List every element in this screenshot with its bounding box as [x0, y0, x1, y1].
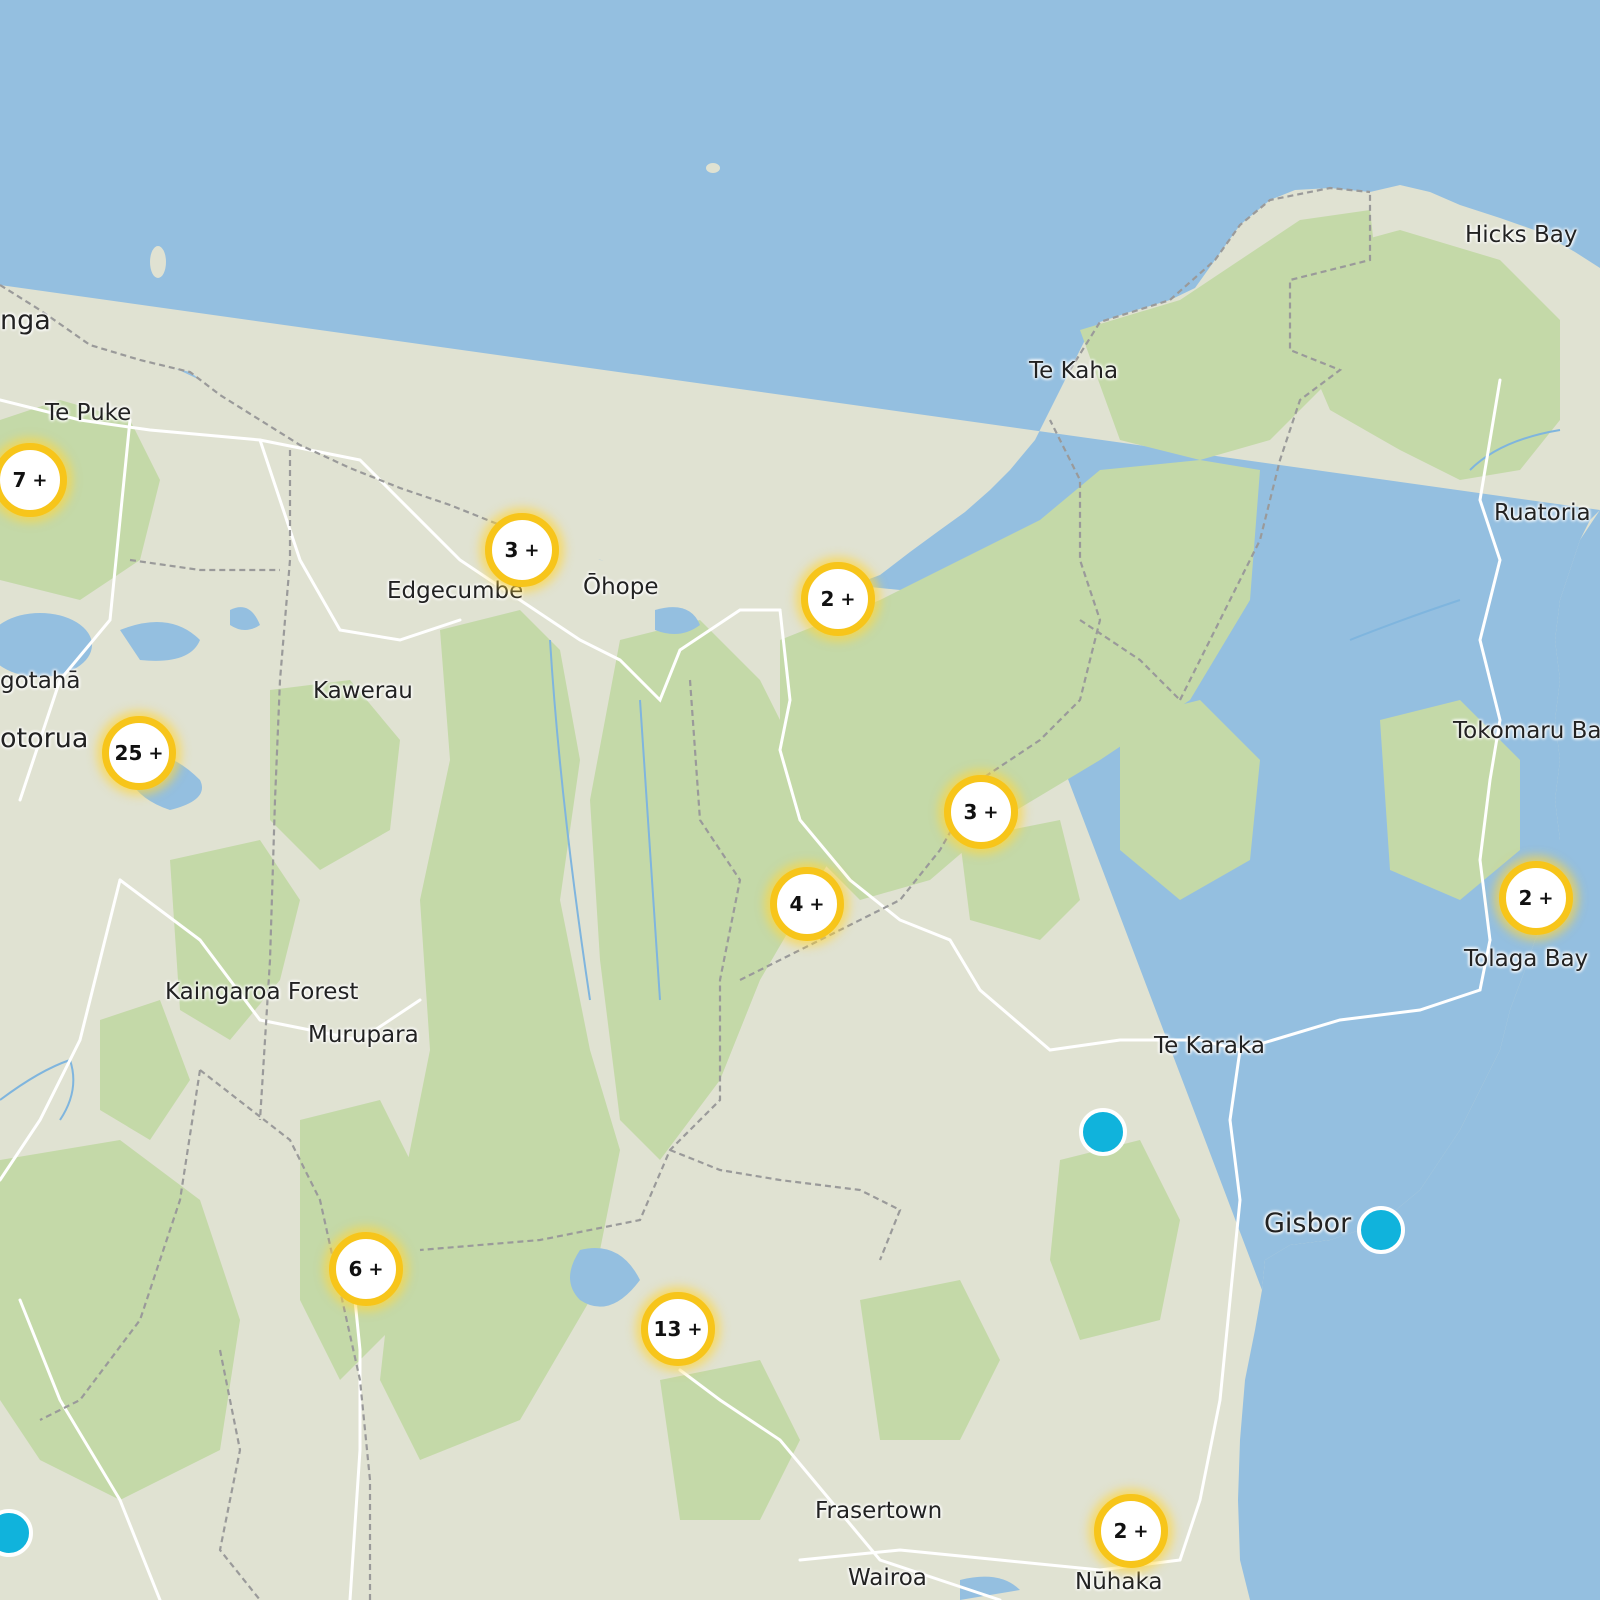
place-label: Te Karaka: [1154, 1033, 1265, 1059]
place-label: Gisbor: [1264, 1208, 1352, 1239]
cluster-count: 6: [348, 1257, 363, 1281]
cluster-plus: +: [32, 469, 48, 491]
cluster-count: 2: [1518, 886, 1533, 910]
cluster-plus: +: [840, 588, 856, 610]
cluster-count: 13: [653, 1317, 682, 1341]
place-label: Kaingaroa Forest: [165, 979, 359, 1005]
place-label: Tolaga Bay: [1464, 946, 1589, 972]
place-label: nga: [0, 305, 51, 336]
marker-cluster[interactable]: 13 +: [641, 1292, 715, 1366]
cluster-count: 2: [820, 587, 835, 611]
cluster-count: 4: [789, 892, 804, 916]
place-label: Ruatoria: [1494, 500, 1591, 526]
place-label: Kawerau: [313, 678, 413, 704]
place-label: Hicks Bay: [1465, 222, 1578, 248]
place-label: Murupara: [308, 1022, 419, 1048]
cluster-count: 3: [504, 538, 519, 562]
marker-cluster[interactable]: 6 +: [329, 1232, 403, 1306]
cluster-count: 3: [963, 800, 978, 824]
cluster-count: 25: [114, 741, 143, 765]
location-dot-icon[interactable]: [1357, 1206, 1405, 1254]
place-label: Te Kaha: [1029, 358, 1119, 384]
marker-cluster[interactable]: 3 +: [944, 775, 1018, 849]
cluster-plus: +: [1133, 1520, 1149, 1542]
marker-cluster[interactable]: 3 +: [485, 513, 559, 587]
map-basemap: [0, 0, 1600, 1600]
marker-cluster[interactable]: 25 +: [102, 716, 176, 790]
place-label: Tokomaru Ba: [1453, 718, 1600, 744]
cluster-plus: +: [148, 742, 164, 764]
place-label: gotahā: [0, 668, 81, 694]
cluster-plus: +: [524, 539, 540, 561]
marker-cluster[interactable]: 2 +: [1094, 1494, 1168, 1568]
map-canvas[interactable]: nga Te Puke Edgecumbe Ōhope Te Kaha Hick…: [0, 0, 1600, 1600]
marker-cluster[interactable]: 2 +: [1499, 861, 1573, 935]
place-label: Edgecumbe: [387, 578, 524, 604]
place-label: Frasertown: [815, 1498, 943, 1524]
cluster-plus: +: [809, 893, 825, 915]
cluster-plus: +: [687, 1318, 703, 1340]
cluster-plus: +: [368, 1258, 384, 1280]
marker-cluster[interactable]: 4 +: [770, 867, 844, 941]
place-label: Te Puke: [45, 400, 132, 426]
place-label: otorua: [0, 723, 89, 754]
marker-cluster[interactable]: 2 +: [801, 562, 875, 636]
place-label: Wairoa: [848, 1565, 927, 1591]
cluster-count: 2: [1113, 1519, 1128, 1543]
cluster-count: 7: [12, 468, 27, 492]
cluster-plus: +: [1538, 887, 1554, 909]
location-dot-icon[interactable]: [1079, 1108, 1127, 1156]
place-label: Nūhaka: [1075, 1569, 1163, 1595]
cluster-plus: +: [983, 801, 999, 823]
place-label: Ōhope: [583, 574, 659, 600]
